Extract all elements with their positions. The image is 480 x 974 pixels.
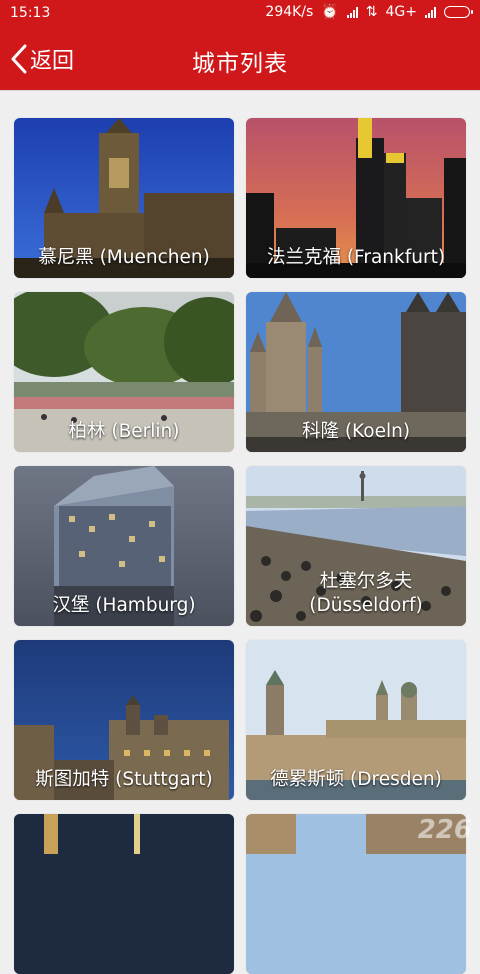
status-time: 15:13 (10, 5, 51, 21)
network-type: 4G+ (385, 4, 418, 20)
data-transfer-icon: ⇅ (365, 4, 378, 20)
city-label: 法兰克福 (Frankfurt) (266, 247, 446, 268)
city-card-duesseldorf[interactable]: 杜塞尔多夫 (Düsseldorf) (246, 466, 466, 626)
city-card-frankfurt[interactable]: 法兰克福 (Frankfurt) (246, 118, 466, 278)
city-card-muenchen[interactable]: 慕尼黑 (Muenchen) (14, 118, 234, 278)
network-speed: 294K/s (265, 4, 314, 20)
nav-bar: 返回 城市列表 (0, 28, 480, 90)
city-card-dresden[interactable]: 德累斯顿 (Dresden) (246, 640, 466, 800)
page-title: 城市列表 (192, 51, 288, 77)
city-card-berlin[interactable]: 柏林 (Berlin) (14, 292, 234, 452)
city-label: 汉堡 (Hamburg) (52, 595, 196, 616)
city-label: 柏林 (Berlin) (68, 421, 180, 442)
status-bar: 15:13 294K/s ⏰ ⇅ 4G+ (0, 0, 480, 28)
signal-icon-2 (425, 6, 436, 18)
battery-icon (444, 6, 473, 18)
city-card-hamburg[interactable]: 汉堡 (Hamburg) (14, 466, 234, 626)
alarm-icon: ⏰ (321, 4, 339, 20)
city-grid: 慕尼黑 (Muenchen) 法兰克福 (Frankfurt) 柏林 (Berl… (14, 118, 466, 974)
city-photo (14, 814, 234, 974)
status-icons: 294K/s ⏰ ⇅ 4G+ (265, 4, 473, 20)
city-label: 杜塞尔多夫 (Düsseldorf) (309, 571, 423, 616)
city-label: 德累斯顿 (Dresden) (270, 769, 442, 790)
city-label: 慕尼黑 (Muenchen) (38, 247, 210, 268)
city-label: 斯图加特 (Stuttgart) (35, 769, 213, 790)
city-card-koeln[interactable]: 科隆 (Koeln) (246, 292, 466, 452)
city-label: 科隆 (Koeln) (301, 421, 411, 442)
city-card-partial-1[interactable] (14, 814, 234, 974)
signal-icon (346, 6, 358, 18)
city-card-stuttgart[interactable]: 斯图加特 (Stuttgart) (14, 640, 234, 800)
watermark: 226 (417, 815, 472, 845)
divider (0, 90, 480, 91)
